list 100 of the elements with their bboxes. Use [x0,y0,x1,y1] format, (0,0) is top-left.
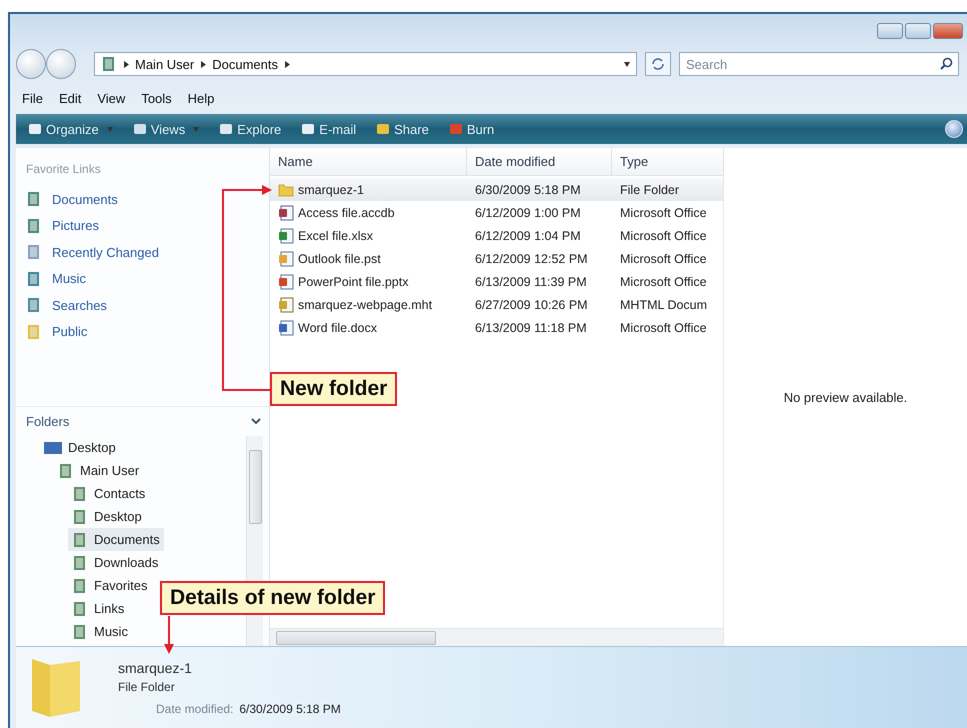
refresh-icon [651,58,665,70]
address-bar[interactable]: Main User Documents [94,52,637,76]
callout-tooltip: Details of new folder [160,581,386,615]
file-row[interactable]: smarquez-webpage.mht 6/27/2009 10:26 PM MHTML Docum [270,293,723,316]
document-icon [278,250,294,266]
details-name: smarquez-1 [118,660,193,676]
file-type: Microsoft Office [620,206,707,220]
file-row[interactable]: Outlook file.pst 6/12/2009 12:52 PM Microsoft Office [270,247,723,270]
favorite-link[interactable]: Searches [26,292,269,318]
folder-icon [72,486,88,502]
favorite-link[interactable]: Documents [26,186,269,212]
date-modified: 6/12/2009 1:04 PM [475,228,581,242]
breadcrumb-arrow-icon [200,60,206,68]
horizontal-scrollbar[interactable] [270,628,723,646]
folder-icon [26,191,42,208]
file-name: smarquez-1 [298,182,364,196]
toolbar-icon [448,123,463,135]
folder-tree-item[interactable]: Desktop [40,436,120,459]
folder-tree-item[interactable]: Music [68,620,132,643]
folder-icon [26,297,42,314]
folder-icon [72,554,88,570]
date-modified: 6/12/2009 1:00 PM [475,206,581,220]
document-icon [278,274,294,290]
date-modified: 6/12/2009 12:52 PM [475,252,588,266]
favorite-link[interactable]: Pictures [26,212,269,239]
folder-tree-item[interactable]: Main User [54,459,144,482]
file-row[interactable]: Access file.accdb 6/12/2009 1:00 PM Microsoft Office [270,201,723,224]
folder-tree-item[interactable]: Contacts [68,482,150,505]
callout-tooltip: New folder [270,372,398,406]
folder-icon [26,324,42,340]
folder-tree-item[interactable]: Links [68,597,128,620]
file-row[interactable]: smarquez-1 6/30/2009 5:18 PM File Folder [270,178,723,201]
folder-icon [26,244,42,260]
folder-icon [26,218,42,234]
file-row[interactable]: PowerPoint file.pptx 6/13/2009 11:39 PM Microsoft Office [270,270,723,293]
file-type: File Folder [620,182,680,196]
column-header[interactable]: Name [270,148,467,175]
menu-item[interactable]: Tools [135,88,178,108]
column-header[interactable]: Type [612,148,724,175]
folder-tree-item[interactable]: Downloads [68,551,162,574]
toolbar-icon [376,123,390,135]
favorite-link[interactable]: Recently Changed [26,239,269,266]
column-header[interactable]: Date modified [467,148,612,175]
file-row[interactable]: Excel file.xlsx 6/12/2009 1:04 PM Microsoft Office [270,224,723,247]
folder-tree-item[interactable]: Favorites [68,574,152,597]
document-icon [278,320,294,336]
maximize-button[interactable] [905,23,931,39]
menu-item[interactable]: Help [182,88,220,108]
file-name: Access file.accdb [298,206,395,220]
folder-tree-item[interactable]: Documents [68,528,164,551]
back-button[interactable] [16,49,46,79]
date-modified: 6/13/2009 11:18 PM [475,320,587,334]
preview-message: No preview available. [784,390,908,404]
toolbar-button[interactable]: Explore [211,118,290,140]
forward-button[interactable] [46,49,76,79]
file-name: Outlook file.pst [298,252,381,266]
file-name: PowerPoint file.pptx [298,274,408,288]
breadcrumb[interactable]: Documents [212,56,278,72]
dropdown-caret-icon[interactable] [624,60,630,68]
breadcrumb[interactable]: Main User [135,56,194,72]
refresh-button[interactable] [645,52,671,76]
caret-icon [193,126,200,132]
file-type: MHTML Docum [620,298,708,312]
toolbar-button[interactable]: Share [368,118,437,140]
folder-icon [26,270,42,287]
toolbar-icon [219,123,234,135]
menu-item[interactable]: File [16,88,49,108]
breadcrumb-arrow-icon [284,60,290,68]
chevron-icon[interactable] [251,418,261,426]
close-button[interactable] [933,23,963,39]
favorite-link[interactable]: Music [26,266,269,292]
file-name: Word file.docx [298,320,377,334]
toolbar-button[interactable]: Views [124,118,208,140]
search-field[interactable]: Search [679,52,959,76]
folder-icon [101,56,117,72]
document-icon [278,296,294,312]
document-icon [278,228,294,244]
folder-icon [72,578,88,594]
file-type: Microsoft Office [620,320,707,334]
toolbar-button[interactable]: Burn [440,118,502,140]
favorite-link[interactable]: Public [26,318,269,345]
menu-item[interactable]: Edit [52,88,88,108]
details-label: Date modified: [156,702,234,716]
file-type: Microsoft Office [620,274,707,288]
file-name: Excel file.xlsx [298,228,374,242]
toolbar-icon [301,123,316,135]
toolbar-icon [132,123,147,135]
folder-icon [58,462,74,478]
menu-item[interactable]: View [91,88,132,108]
help-button[interactable] [945,120,963,138]
file-name: smarquez-webpage.mht [298,298,432,312]
minimize-button[interactable] [877,23,903,39]
folder-icon [72,532,88,548]
folder-tree-item[interactable]: Desktop [68,505,146,528]
file-row[interactable]: Word file.docx 6/13/2009 11:18 PM Microsoft Office [270,316,723,339]
toolbar-button[interactable]: E-mail [293,118,364,140]
details-type: File Folder [118,680,176,694]
desktop-icon [44,440,62,454]
date-modified: 6/27/2009 10:26 PM [475,298,588,312]
toolbar-button[interactable]: Organize [20,118,121,140]
